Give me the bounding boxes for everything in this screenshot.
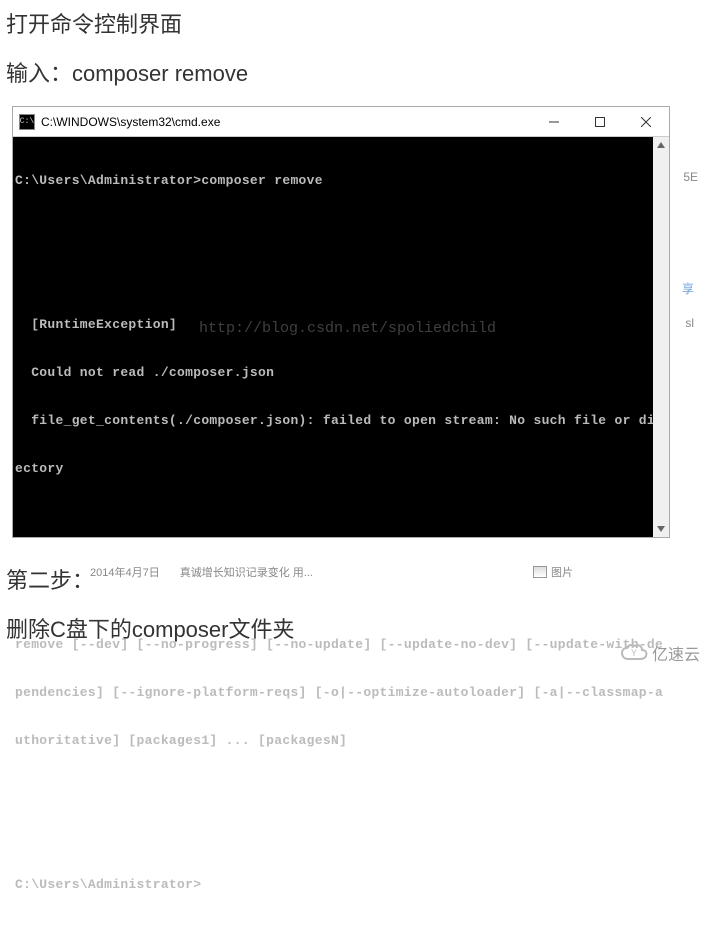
cmd-icon: C:\ <box>19 114 35 130</box>
cmd-icon-label: C:\ <box>20 118 34 126</box>
close-button[interactable] <box>623 107 669 136</box>
terminal-line: C:\Users\Administrator>composer remove <box>15 173 667 189</box>
doc-instruction-1: 输入：composer remove <box>0 49 714 98</box>
background-clipped-row: 2014年4月7日 真诚增长知识记录变化 用... 图片 <box>90 564 573 580</box>
svg-text:Y: Y <box>631 648 637 658</box>
scroll-down-icon[interactable] <box>653 521 669 537</box>
clipped-text: 真诚增长知识记录变化 用... <box>180 564 313 580</box>
image-thumb-icon <box>533 566 547 578</box>
window-controls <box>531 107 669 136</box>
scroll-up-icon[interactable] <box>653 137 669 153</box>
bg-hint: 5E <box>683 170 698 184</box>
window-titlebar: C:\ C:\WINDOWS\system32\cmd.exe <box>13 107 669 137</box>
clipped-img-label: 图片 <box>551 564 573 580</box>
terminal-line: file_get_contents(./composer.json): fail… <box>15 413 667 429</box>
minimize-button[interactable] <box>531 107 577 136</box>
terminal-line: remove [--dev] [--no-progress] [--no-upd… <box>15 637 667 653</box>
terminal-line: C:\Users\Administrator> <box>15 877 667 893</box>
brand-text: 亿速云 <box>652 641 700 665</box>
terminal-line: Could not read ./composer.json <box>15 365 667 381</box>
terminal-line: pendencies] [--ignore-platform-reqs] [-o… <box>15 685 667 701</box>
terminal-line: uthoritative] [packages1] ... [packagesN… <box>15 733 667 749</box>
terminal-line: ectory <box>15 461 667 477</box>
terminal-scrollbar[interactable] <box>653 137 669 537</box>
brand-logo: Y 亿速云 <box>620 641 700 665</box>
maximize-button[interactable] <box>577 107 623 136</box>
terminal-line: [RuntimeException] <box>15 317 667 333</box>
window-title: C:\WINDOWS\system32\cmd.exe <box>41 115 531 129</box>
doc-heading-1: 打开命令控制界面 <box>0 0 714 49</box>
bg-hint: 享 <box>682 280 694 297</box>
clipped-date: 2014年4月7日 <box>90 564 160 580</box>
terminal-output[interactable]: C:\Users\Administrator>composer remove [… <box>13 137 669 537</box>
bg-hint: sl <box>685 316 694 330</box>
cloud-icon: Y <box>620 643 648 663</box>
cmd-window: C:\ C:\WINDOWS\system32\cmd.exe C:\Users… <box>12 106 670 538</box>
